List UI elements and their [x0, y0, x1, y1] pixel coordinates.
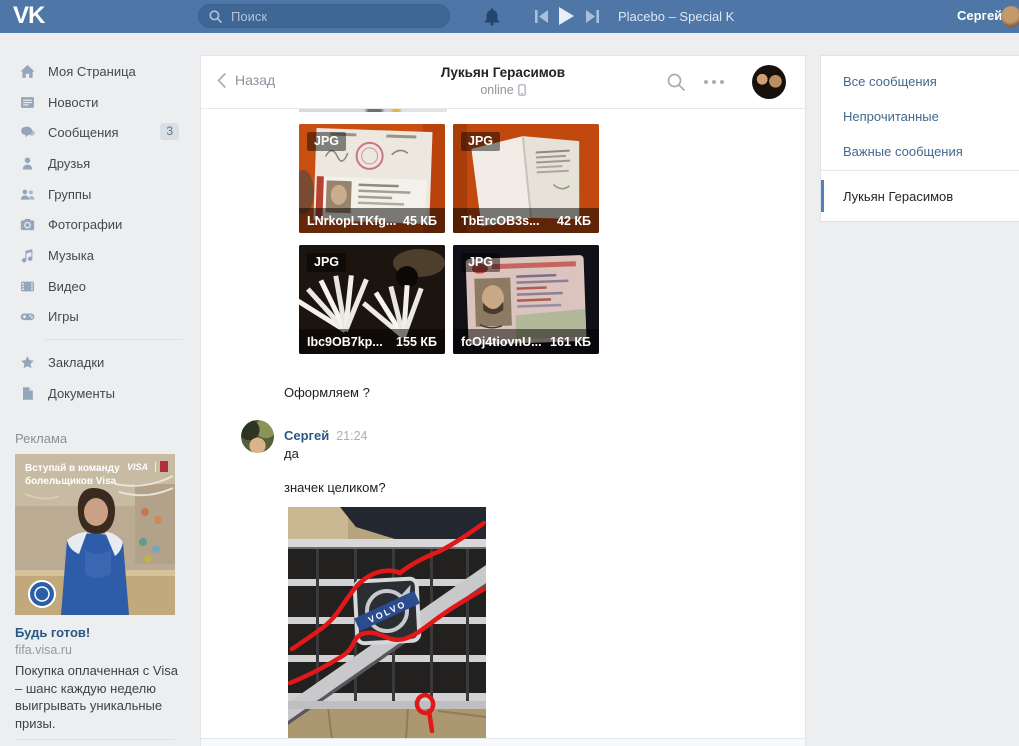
- news-icon: [20, 95, 35, 110]
- music-icon: [20, 248, 35, 263]
- ad-caption-line1: Вступай в команду: [25, 463, 120, 474]
- notifications-bell-icon[interactable]: [483, 7, 501, 26]
- ad-title[interactable]: Будь готов!: [15, 625, 90, 640]
- search-icon: [209, 10, 222, 23]
- file-name: fcOj4tiovnU...: [461, 335, 542, 349]
- message-text: Оформляем ?: [284, 385, 370, 400]
- friends-icon: [20, 156, 35, 171]
- file-type-chip: JPG: [307, 132, 346, 151]
- active-dialog-name: Лукьян Герасимов: [843, 189, 953, 204]
- attachment-tile[interactable]: JPG fcOj4tiovnU... 161 КБ: [453, 245, 599, 354]
- chat-panel: Назад Лукьян Герасимов online: [200, 55, 806, 746]
- sidebar-item-friends[interactable]: Друзья: [0, 148, 192, 179]
- file-size: 161 КБ: [550, 335, 591, 349]
- sidebar-item-label: Видео: [48, 279, 86, 294]
- top-bar: VK Placebo – Special K Сергей: [0, 0, 1019, 33]
- filter-important[interactable]: Важные сообщения: [821, 134, 1019, 169]
- file-type-chip: JPG: [461, 132, 500, 151]
- dialog-avatar[interactable]: [752, 65, 786, 99]
- unread-count-badge: 3: [160, 123, 179, 140]
- sidebar-item-label: Сообщения: [48, 125, 119, 140]
- player-next-button[interactable]: [585, 10, 599, 23]
- attachment-tile[interactable]: JPG TbErcOB3s... 42 КБ: [453, 124, 599, 233]
- partial-scrolled-image: [299, 109, 447, 112]
- left-navigation: Моя Страница Новости Сообщения 3 Друзья …: [0, 56, 192, 409]
- sidebar-item-label: Группы: [48, 187, 91, 202]
- global-search[interactable]: [198, 4, 450, 28]
- message-author-row: Сергей 21:24: [284, 428, 367, 443]
- message-text: значек целиком?: [284, 480, 386, 495]
- mobile-phone-icon: [518, 84, 526, 96]
- dialogs-filter-panel: Все сообщения Непрочитанные Важные сообщ…: [820, 55, 1019, 222]
- sidebar-item-label: Моя Страница: [48, 64, 136, 79]
- vk-logo[interactable]: VK: [13, 2, 44, 30]
- groups-icon: [20, 187, 35, 202]
- message-author-name[interactable]: Сергей: [284, 428, 329, 443]
- topbar-user-name[interactable]: Сергей: [957, 8, 1002, 23]
- sidebar-item-video[interactable]: Видео: [0, 271, 192, 302]
- video-icon: [20, 279, 35, 294]
- sidebar-item-photos[interactable]: Фотографии: [0, 209, 192, 240]
- photos-icon: [20, 217, 35, 232]
- sidebar-item-groups[interactable]: Группы: [0, 179, 192, 210]
- home-icon: [20, 64, 35, 79]
- sidebar-item-messages[interactable]: Сообщения 3: [0, 117, 192, 148]
- player-previous-button[interactable]: [535, 10, 549, 23]
- message-text: да: [284, 446, 299, 461]
- chat-header: Назад Лукьян Герасимов online: [201, 56, 805, 109]
- filter-unread[interactable]: Непрочитанные: [821, 99, 1019, 134]
- message-author-avatar[interactable]: [241, 420, 274, 453]
- attachment-tile[interactable]: JPG LNrkopLTKfg... 45 КБ: [299, 124, 445, 233]
- sidebar-item-games[interactable]: Игры: [0, 302, 192, 333]
- ad-caption-line2: болельщиков Visa: [25, 475, 117, 487]
- player-play-button[interactable]: [558, 7, 574, 25]
- sidebar-item-label: Игры: [48, 309, 79, 324]
- sidebar-item-news[interactable]: Новости: [0, 87, 192, 118]
- active-indicator-bar: [821, 180, 824, 212]
- message-composer-edge: [201, 738, 805, 746]
- file-name: LNrkopLTKfg...: [307, 214, 396, 228]
- sidebar-divider: [45, 339, 182, 340]
- sidebar-item-label: Документы: [48, 386, 115, 401]
- ad-image[interactable]: Вступай в команду болельщиков Visa VISA: [15, 454, 175, 615]
- sidebar-item-documents[interactable]: Документы: [0, 378, 192, 409]
- search-input[interactable]: [229, 8, 433, 25]
- ads-section-label: Реклама: [15, 431, 67, 446]
- active-dialog-item[interactable]: Лукьян Герасимов: [821, 171, 1019, 221]
- attachment-tile[interactable]: JPG Ibc9OB7kp... 155 КБ: [299, 245, 445, 354]
- visa-logo: VISA: [127, 462, 148, 472]
- message-history[interactable]: JPG LNrkopLTKfg... 45 КБ JPG TbErcOB3s...…: [201, 109, 805, 739]
- sidebar-item-label: Музыка: [48, 248, 94, 263]
- games-icon: [20, 309, 35, 324]
- topbar-user-avatar[interactable]: [1001, 6, 1019, 27]
- sidebar-item-music[interactable]: Музыка: [0, 240, 192, 271]
- message-time: 21:24: [336, 429, 367, 443]
- sidebar-item-my-page[interactable]: Моя Страница: [0, 56, 192, 87]
- dialog-search-icon[interactable]: [667, 73, 685, 91]
- message-photo-volvo-grille[interactable]: VOLVO: [288, 507, 486, 739]
- sidebar-item-label: Новости: [48, 95, 98, 110]
- online-status: online: [201, 83, 805, 97]
- file-name: TbErcOB3s...: [461, 214, 540, 228]
- filter-all-messages[interactable]: Все сообщения: [821, 64, 1019, 99]
- dialog-title: Лукьян Герасимов: [201, 65, 805, 80]
- file-type-chip: JPG: [461, 253, 500, 272]
- ad-url: fifa.visa.ru: [15, 643, 72, 657]
- document-icon: [20, 386, 35, 401]
- file-size: 42 КБ: [557, 214, 591, 228]
- messages-icon: [20, 125, 35, 140]
- file-size: 155 КБ: [396, 335, 437, 349]
- file-size: 45 КБ: [403, 214, 437, 228]
- sidebar-item-label: Закладки: [48, 355, 104, 370]
- file-name: Ibc9OB7kp...: [307, 335, 383, 349]
- sidebar-item-label: Фотографии: [48, 217, 122, 232]
- ad-divider: [15, 739, 175, 740]
- dialog-actions-menu-icon[interactable]: [704, 80, 724, 84]
- sidebar-item-bookmarks[interactable]: Закладки: [0, 347, 192, 378]
- file-type-chip: JPG: [307, 253, 346, 272]
- now-playing-track[interactable]: Placebo – Special K: [618, 9, 734, 24]
- ad-text: Покупка оплаченная с Visa – шанс каждую …: [15, 662, 185, 732]
- sidebar-item-label: Друзья: [48, 156, 90, 171]
- star-icon: [20, 355, 35, 370]
